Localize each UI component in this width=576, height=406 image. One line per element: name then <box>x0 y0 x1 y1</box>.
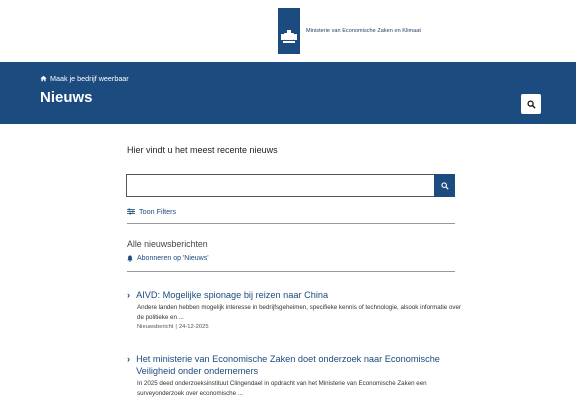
news-title-link[interactable]: › Het ministerie van Economische Zaken d… <box>127 353 462 377</box>
news-date: 24-12-2025 <box>178 324 209 330</box>
page-title: Nieuws <box>40 89 93 106</box>
search-icon <box>440 181 449 190</box>
chevron-right-icon: › <box>127 290 131 300</box>
breadcrumb[interactable]: Maak je bedrijf weerbaar <box>40 74 129 83</box>
intro-text: Hier vindt u het meest recente nieuws <box>127 145 278 155</box>
bell-icon <box>127 255 133 262</box>
chevron-right-icon: › <box>127 354 131 364</box>
meta-separator: | <box>175 324 177 330</box>
site-header: Ministerie van Economische Zaken en Klim… <box>0 0 576 62</box>
divider <box>127 223 455 224</box>
home-icon <box>40 75 47 82</box>
search-input[interactable] <box>126 174 455 197</box>
search-submit-button[interactable] <box>434 174 455 197</box>
org-name: Ministerie van Economische Zaken en Klim… <box>306 28 421 34</box>
section-title: Alle nieuwsberichten <box>127 239 208 249</box>
crest-icon <box>281 30 297 43</box>
news-summary: Andere landen hebben mogelijk interesse … <box>137 304 462 321</box>
news-item: › AIVD: Mogelijke spionage bij reizen na… <box>127 289 462 330</box>
news-summary: In 2025 deed onderzoeksinstituut Clingen… <box>137 380 427 397</box>
breadcrumb-link[interactable]: Maak je bedrijf weerbaar <box>50 74 129 83</box>
news-type: Nieuwsbericht <box>137 324 174 330</box>
page-banner: Maak je bedrijf weerbaar Nieuws <box>0 62 576 124</box>
search-icon <box>526 99 536 109</box>
news-title[interactable]: Het ministerie van Economische Zaken doe… <box>136 353 462 377</box>
divider <box>127 271 455 272</box>
news-meta: Nieuwsbericht | 24-12-2025 <box>127 324 462 330</box>
subscribe-label: Abonneren op 'Nieuws' <box>137 255 209 262</box>
news-title-link[interactable]: › AIVD: Mogelijke spionage bij reizen na… <box>127 289 462 301</box>
subscribe-link[interactable]: Abonneren op 'Nieuws' <box>127 255 209 262</box>
news-title[interactable]: AIVD: Mogelijke spionage bij reizen naar… <box>136 289 328 301</box>
toggle-filters-button[interactable]: Toon Filters <box>127 207 176 216</box>
news-item: › Het ministerie van Economische Zaken d… <box>127 353 462 399</box>
sliders-icon <box>127 208 135 215</box>
filters-label: Toon Filters <box>139 207 177 216</box>
header-search-button[interactable] <box>521 94 541 114</box>
